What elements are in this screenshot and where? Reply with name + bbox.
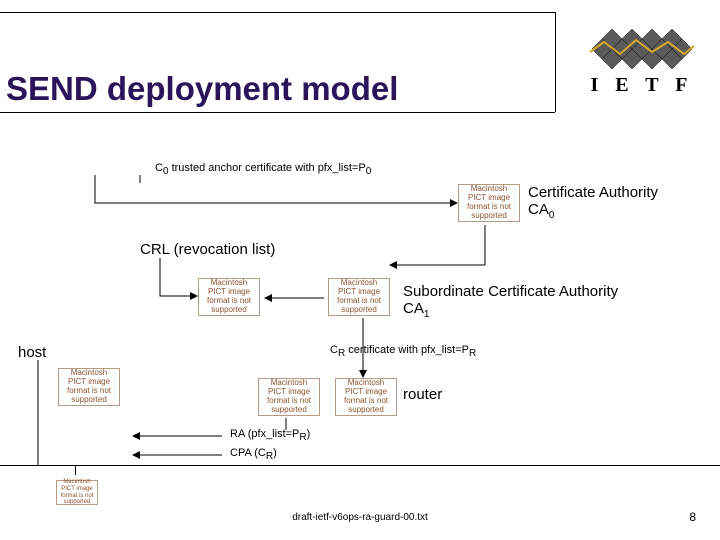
c0-rest: trusted anchor certificate with pfx_list… (169, 162, 366, 174)
ietf-logo: I E T F (582, 26, 702, 97)
top-divider-vertical (555, 12, 556, 112)
arrow-crl-to-sub (140, 258, 340, 318)
ca0-label: Certificate Authority CA0 (528, 184, 658, 221)
host-vertical-line (30, 360, 50, 466)
ietf-diamond-icon (582, 26, 702, 72)
footer-divider (0, 465, 720, 466)
ra-sub: R (299, 432, 306, 443)
arrow-sub-to-router (355, 318, 375, 380)
router-down-tick (278, 418, 298, 432)
pict-placeholder-router-right: Macintosh PICT image format is not suppo… (335, 378, 397, 416)
sub-ca-sub: 1 (424, 309, 430, 320)
sub-ca-label: Subordinate Certificate Authority CA1 (403, 283, 618, 320)
arrow-sub-between (262, 290, 332, 306)
pict-placeholder-router-left: Macintosh PICT image format is not suppo… (258, 378, 320, 416)
c0-c: C (155, 162, 163, 174)
sub-ca-line1: Subordinate Certificate Authority (403, 283, 618, 300)
crl-label: CRL (revocation list) (140, 241, 275, 258)
ra-label: RA (pfx_list=PR) (230, 428, 310, 443)
ca0-sub: 0 (549, 210, 555, 221)
cpa-sub: R (266, 451, 273, 462)
footer-tick (75, 465, 76, 475)
pict-placeholder-host: Macintosh PICT image format is not suppo… (58, 368, 120, 406)
cr-cert-label: CR certificate with pfx_list=PR (330, 344, 476, 359)
cpa-label: CPA (CR) (230, 447, 277, 462)
ra-b: ) (307, 428, 311, 440)
sub-ca-line2: CA (403, 300, 424, 317)
top-divider (0, 12, 555, 13)
router-label: router (403, 386, 442, 403)
pr-sub: R (469, 348, 476, 359)
pict-placeholder-ca0: Macintosh PICT image format is not suppo… (458, 184, 520, 222)
cr-c: C (330, 344, 338, 356)
footer-text: draft-ietf-v6ops-ra-guard-00.txt (0, 512, 720, 523)
ca0-line1: Certificate Authority (528, 184, 658, 201)
ca0-line2: CA (528, 201, 549, 218)
page-number: 8 (689, 510, 696, 524)
arrow-cpa (130, 448, 230, 462)
c0-path-line (80, 175, 460, 215)
title-underline (0, 112, 555, 113)
cpa-b: ) (273, 447, 277, 459)
cpa-a: CPA (C (230, 447, 266, 459)
arrow-ca0-to-sub (385, 225, 505, 287)
slide-title: SEND deployment model (6, 70, 398, 108)
ietf-logo-label: I E T F (582, 74, 702, 97)
pict-placeholder-footer: Macintosh PICT image format is not suppo… (56, 480, 98, 505)
arrow-ra (130, 429, 230, 443)
host-label: host (18, 344, 46, 361)
